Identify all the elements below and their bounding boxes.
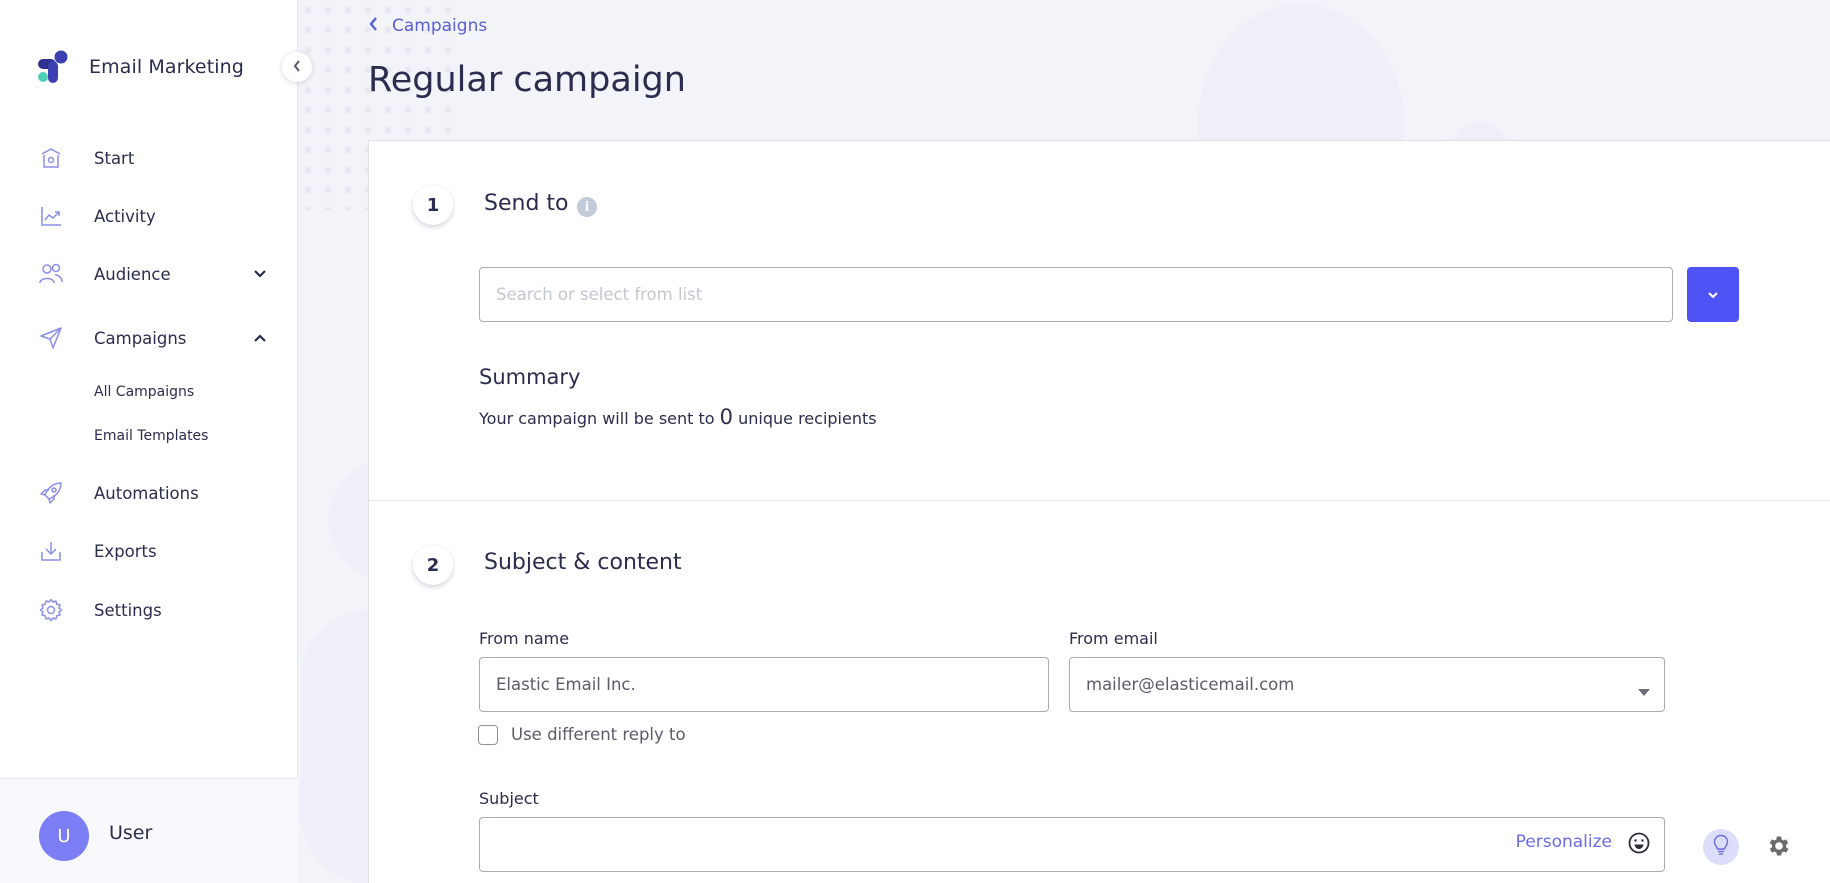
sidebar-item-start[interactable]: Start: [0, 138, 298, 178]
sidebar-item-activity[interactable]: Activity: [0, 196, 298, 236]
brand[interactable]: Email Marketing: [37, 50, 244, 84]
lightbulb-icon: [1713, 834, 1729, 860]
sidebar-item-label: Automations: [94, 483, 199, 503]
sidebar-item-audience[interactable]: Audience: [0, 254, 298, 294]
sidebar-item-campaigns[interactable]: Campaigns: [0, 318, 298, 358]
search-placeholder: Search or select from list: [496, 285, 703, 304]
sidebar-item-exports[interactable]: Exports: [0, 531, 298, 571]
avatar[interactable]: U: [39, 811, 89, 861]
brand-logo-icon: [37, 50, 71, 84]
step-number: 1: [413, 185, 453, 225]
from-name-label: From name: [479, 629, 570, 648]
chevron-left-icon: [368, 16, 378, 36]
sidebar-collapse-button[interactable]: [282, 52, 312, 82]
tips-button[interactable]: [1703, 829, 1739, 865]
subject-input[interactable]: Personalize: [479, 817, 1665, 872]
step-title: Send to: [484, 191, 569, 216]
chevron-left-icon: [292, 58, 302, 77]
paper-plane-icon: [39, 326, 63, 350]
from-email-value: mailer@elasticemail.com: [1086, 675, 1295, 694]
caret-down-icon: [1638, 681, 1650, 700]
sidebar-subitem-email-templates[interactable]: Email Templates: [94, 428, 208, 444]
app-name: Email Marketing: [89, 56, 244, 78]
recipient-search-input[interactable]: Search or select from list: [479, 267, 1673, 322]
summary-text: Your campaign will be sent to 0 unique r…: [479, 405, 877, 429]
summary-text-after: unique recipients: [738, 409, 877, 428]
recipient-count: 0: [719, 405, 734, 429]
sidebar-item-label: Start: [94, 148, 135, 168]
recipient-dropdown-button[interactable]: [1687, 267, 1739, 322]
info-icon[interactable]: i: [577, 197, 597, 217]
sidebar-item-label: Campaigns: [94, 328, 187, 348]
personalize-button[interactable]: Personalize: [1516, 832, 1612, 852]
section-divider: [369, 500, 1830, 501]
sidebar-item-settings[interactable]: Settings: [0, 590, 298, 630]
user-name: User: [109, 822, 153, 844]
breadcrumb-label: Campaigns: [392, 16, 488, 36]
from-email-select[interactable]: mailer@elasticemail.com: [1069, 657, 1665, 712]
chart-line-icon: [39, 204, 63, 228]
step-title: Subject & content: [484, 550, 682, 575]
subject-label: Subject: [479, 789, 539, 808]
gear-icon: [39, 598, 63, 622]
users-icon: [39, 262, 63, 286]
rocket-icon: [39, 481, 63, 505]
home-icon: [39, 146, 63, 170]
chevron-down-icon[interactable]: [250, 264, 270, 284]
step-number: 2: [413, 545, 453, 585]
gear-icon: [1766, 836, 1792, 863]
summary-title: Summary: [479, 365, 581, 389]
emoji-icon[interactable]: [1628, 832, 1650, 854]
from-name-value: Elastic Email Inc.: [496, 675, 636, 694]
from-name-input[interactable]: Elastic Email Inc.: [479, 657, 1049, 712]
reply-to-checkbox[interactable]: [478, 725, 498, 745]
sidebar-subitem-all-campaigns[interactable]: All Campaigns: [94, 384, 194, 400]
user-menu[interactable]: U User: [0, 778, 298, 883]
from-email-label: From email: [1069, 629, 1158, 648]
reply-to-label[interactable]: Use different reply to: [511, 725, 686, 744]
page-title: Regular campaign: [368, 60, 686, 100]
settings-gear-button[interactable]: [1766, 833, 1794, 861]
sidebar-item-label: Activity: [94, 206, 156, 226]
breadcrumb-back-link[interactable]: Campaigns: [368, 16, 487, 36]
sidebar: Email Marketing Start Activity Audience …: [0, 0, 298, 883]
chevron-down-icon: [1706, 285, 1720, 304]
download-icon: [39, 539, 63, 563]
sidebar-item-label: Settings: [94, 600, 162, 620]
chevron-up-icon[interactable]: [250, 328, 270, 348]
sidebar-item-automations[interactable]: Automations: [0, 473, 298, 513]
campaign-form-card: 1 Send to i Search or select from list S…: [368, 140, 1830, 883]
summary-text-before: Your campaign will be sent to: [479, 409, 715, 428]
sidebar-item-label: Audience: [94, 264, 171, 284]
sidebar-item-label: Exports: [94, 541, 157, 561]
